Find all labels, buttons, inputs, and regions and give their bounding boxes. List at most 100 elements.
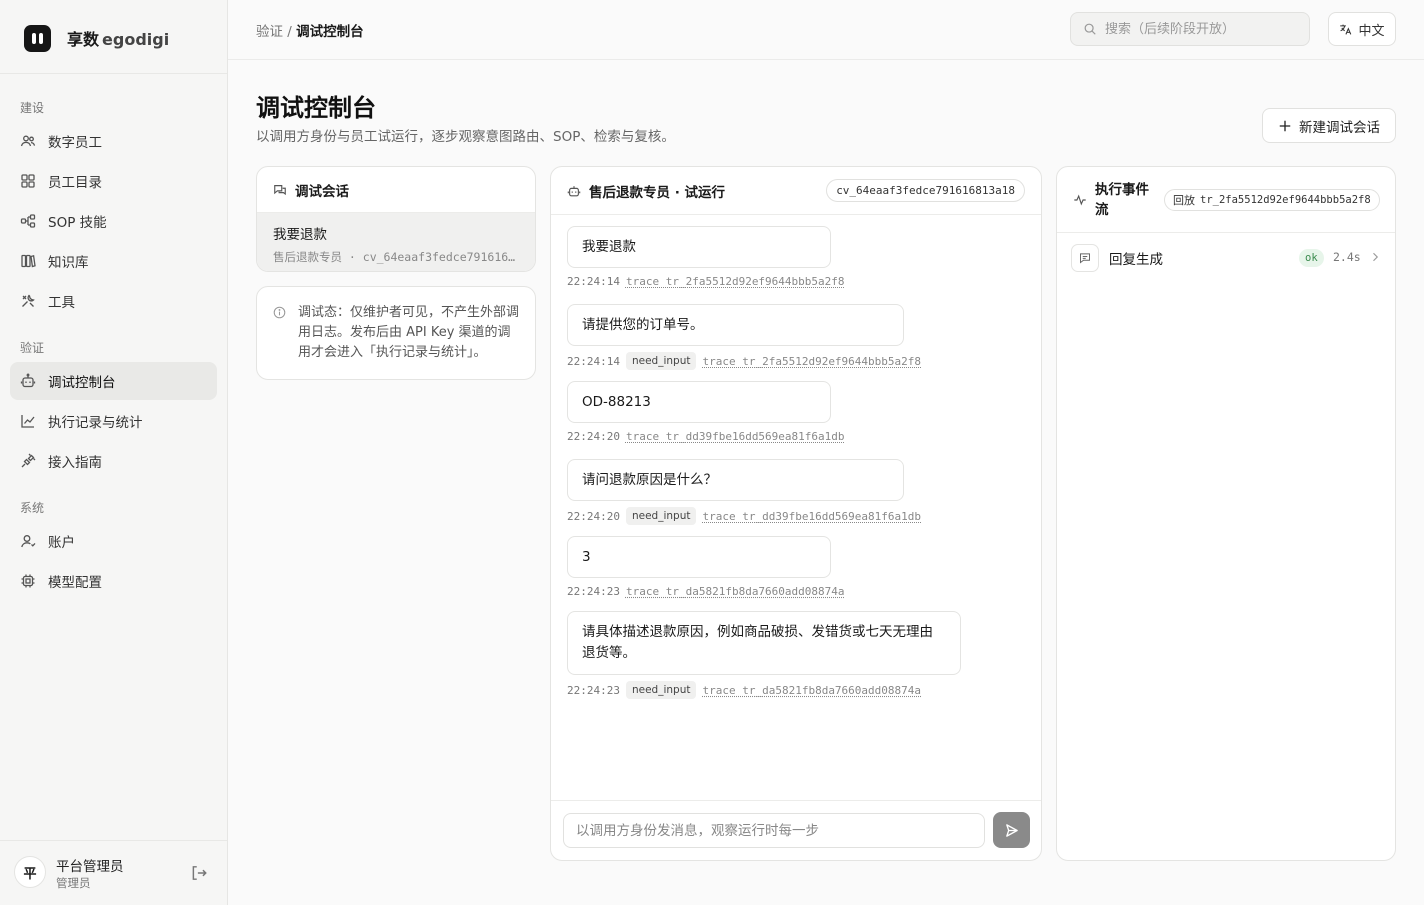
event-item[interactable]: 回复生成 ok 2.4s: [1071, 243, 1381, 273]
message-square-icon: [1071, 244, 1099, 272]
sidebar-item-knowledge-base[interactable]: 知识库: [10, 242, 217, 280]
new-debug-session-button[interactable]: 新建调试会话: [1262, 108, 1396, 143]
message-meta: 22:24:14 trace tr_2fa5512d92ef9644bbb5a2…: [567, 272, 1025, 290]
trace-link[interactable]: trace tr_da5821fb8da7660add08874a: [702, 684, 921, 697]
message-meta: 22:24:14 need_input trace tr_2fa5512d92e…: [567, 352, 1025, 370]
message-bubble: 我要退款: [567, 226, 831, 268]
session-title: 我要退款: [273, 227, 327, 243]
sidebar-group-verify: 验证: [20, 341, 45, 355]
event-stream-panel: 执行事件流 回放 tr_2fa5512d92ef9644bbb5a2f8 回复生…: [1056, 166, 1396, 861]
sidebar-item-label: 执行记录与统计: [48, 415, 143, 431]
sidebar-item-employee-directory[interactable]: 员工目录: [10, 162, 217, 200]
sidebar-item-tools[interactable]: 工具: [10, 282, 217, 320]
event-duration: 2.4s: [1333, 250, 1361, 264]
logout-icon[interactable]: [190, 864, 208, 882]
message-time: 22:24:23: [567, 584, 620, 598]
cpu-icon: [20, 573, 36, 589]
new-debug-session-label: 新建调试会话: [1299, 119, 1380, 135]
user-name: 平台管理员: [56, 859, 124, 875]
message-bubble: 请具体描述退款原因，例如商品破损、发错货或七天无理由退货等。: [567, 611, 961, 675]
brand-logo: [24, 24, 51, 52]
sidebar-item-label: 员工目录: [48, 175, 102, 191]
chat-title: 售后退款专员 · 试运行: [589, 184, 726, 201]
message-meta: 22:24:20 need_input trace tr_dd39fbe16dd…: [567, 507, 1025, 525]
send-button[interactable]: [993, 812, 1030, 848]
session-meta: 售后退款专员 · cv_64eaaf3fedce791616813a18: [273, 250, 519, 264]
top-bar: 验证 / 调试控制台 中文: [228, 0, 1424, 60]
avatar[interactable]: 平: [14, 856, 46, 888]
plug-icon: [20, 453, 36, 469]
sidebar-item-integration-guide[interactable]: 接入指南: [10, 442, 217, 480]
sidebar-item-label: 知识库: [48, 255, 89, 271]
user-role: 管理员: [56, 876, 91, 890]
message-time: 22:24:14: [567, 274, 620, 288]
debug-mode-note-text: 调试态：仅维护者可见，不产生外部调用日志。发布后由 API Key 渠道的调用才…: [298, 305, 520, 360]
message: OD-88213 22:24:20 trace tr_dd39fbe16dd56…: [567, 381, 1025, 459]
replay-badge[interactable]: 回放 tr_2fa5512d92ef9644bbb5a2f8: [1164, 189, 1380, 211]
status-badge: need_input: [625, 681, 697, 699]
event-stream-header: 执行事件流 回放 tr_2fa5512d92ef9644bbb5a2f8: [1057, 167, 1395, 233]
sidebar-item-execution-records[interactable]: 执行记录与统计: [10, 402, 217, 440]
brand[interactable]: 享数 egodigi: [24, 24, 169, 52]
sidebar-item-label: 接入指南: [48, 455, 102, 471]
bot-icon: [567, 185, 581, 196]
message: 请问退款原因是什么？ 22:24:20 need_input trace tr_…: [567, 459, 1025, 536]
search-input[interactable]: [1105, 21, 1295, 37]
message-time: 22:24:23: [567, 683, 620, 697]
message-list: 我要退款 22:24:14 trace tr_2fa5512d92ef9644b…: [567, 226, 1025, 699]
event-name: 回复生成: [1109, 252, 1163, 268]
page-title: 调试控制台: [256, 94, 376, 122]
trace-link[interactable]: trace tr_2fa5512d92ef9644bbb5a2f8: [702, 355, 921, 368]
conversation-id-badge[interactable]: cv_64eaaf3fedce791616813a18: [826, 179, 1025, 202]
sidebar-footer-divider: [0, 840, 227, 841]
message-meta: 22:24:23 need_input trace tr_da5821fb8da…: [567, 681, 1025, 699]
message: 我要退款 22:24:14 trace tr_2fa5512d92ef9644b…: [567, 226, 1025, 304]
search-icon: [1084, 23, 1096, 35]
sidebar-item-model-config[interactable]: 模型配置: [10, 562, 217, 600]
debug-mode-note: 调试态：仅维护者可见，不产生外部调用日志。发布后由 API Key 渠道的调用才…: [256, 286, 536, 380]
sidebar-nav: 建设 数字员工 员工目录 SOP 技能 知识库 工具 验证 调试控制台 执行记录…: [10, 96, 217, 600]
message-time: 22:24:14: [567, 354, 620, 368]
message-bubble: 请问退款原因是什么？: [567, 459, 904, 501]
sidebar-item-label: SOP 技能: [48, 215, 107, 231]
sidebar-item-debug-console[interactable]: 调试控制台: [10, 362, 217, 400]
sidebar-item-digital-employees[interactable]: 数字员工: [10, 122, 217, 160]
message-input[interactable]: [563, 813, 985, 848]
session-item[interactable]: 我要退款 售后退款专员 · cv_64eaaf3fedce791616813a1…: [257, 213, 535, 271]
book-icon: [20, 253, 36, 269]
sidebar-divider: [0, 73, 227, 74]
message: 3 22:24:23 trace tr_da5821fb8da7660add08…: [567, 536, 1025, 611]
sidebar-item-sop-skills[interactable]: SOP 技能: [10, 202, 217, 240]
sidebar: 享数 egodigi 建设 数字员工 员工目录 SOP 技能 知识库 工具 验证 …: [0, 0, 228, 905]
sidebar-group-system: 系统: [20, 501, 45, 515]
activity-icon: [1074, 193, 1086, 206]
message-meta: 22:24:20 trace tr_dd39fbe16dd569ea81f6a1…: [567, 427, 1025, 445]
chevron-right-icon[interactable]: [1369, 251, 1381, 263]
message-bubble: 请提供您的订单号。: [567, 304, 904, 346]
chat-input-divider: [551, 800, 1041, 801]
brand-name-cn: 享数: [67, 30, 100, 49]
message: 请具体描述退款原因，例如商品破损、发错货或七天无理由退货等。 22:24:23 …: [567, 611, 1025, 699]
language-label: 中文: [1358, 23, 1385, 39]
language-switch[interactable]: 中文: [1328, 12, 1396, 46]
sidebar-item-label: 数字员工: [48, 135, 102, 151]
trace-link[interactable]: trace tr_dd39fbe16dd569ea81f6a1db: [702, 510, 921, 523]
brand-name-en: egodigi: [102, 30, 170, 49]
page-subtitle: 以调用方身份与员工试运行，逐步观察意图路由、SOP、检索与复核。: [256, 129, 675, 145]
trace-link[interactable]: trace tr_da5821fb8da7660add08874a: [626, 585, 845, 598]
sidebar-item-label: 调试控制台: [48, 375, 116, 391]
search-box[interactable]: [1070, 12, 1310, 46]
status-badge: need_input: [625, 352, 697, 370]
trace-link[interactable]: trace tr_dd39fbe16dd569ea81f6a1db: [626, 430, 845, 443]
status-badge: need_input: [625, 507, 697, 525]
trace-link[interactable]: trace tr_2fa5512d92ef9644bbb5a2f8: [626, 275, 845, 288]
sessions-title: 调试会话: [295, 183, 349, 200]
message-bubble: 3: [567, 536, 831, 578]
breadcrumb-parent[interactable]: 验证 /: [256, 24, 292, 40]
chat-header: 售后退款专员 · 试运行 cv_64eaaf3fedce791616813a18: [551, 167, 1041, 215]
tool-icon: [20, 293, 36, 309]
grid-icon: [20, 173, 36, 189]
sidebar-group-build: 建设: [20, 101, 45, 115]
sidebar-item-account[interactable]: 账户: [10, 522, 217, 560]
sidebar-item-label: 账户: [48, 535, 75, 551]
